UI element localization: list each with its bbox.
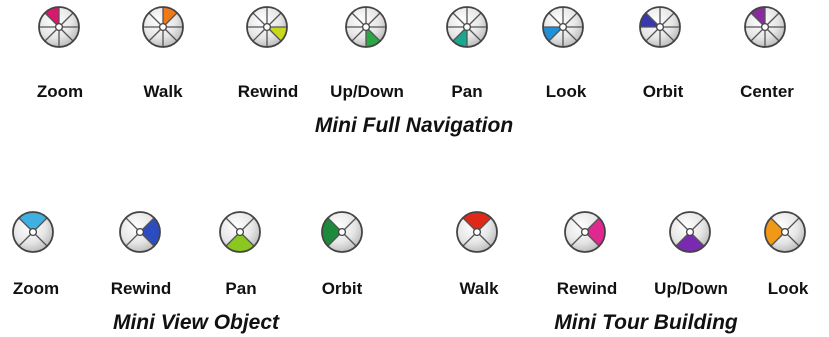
full-nav-walk-wheel-icon[interactable] bbox=[141, 5, 185, 49]
full-nav-updown-label: Up/Down bbox=[330, 82, 404, 101]
wheel-graphic bbox=[564, 211, 606, 253]
view-object-rewind-label: Rewind bbox=[110, 279, 172, 298]
tour-building-walk-wheel-icon[interactable] bbox=[455, 210, 499, 254]
full-nav-pan-wheel-icon[interactable] bbox=[445, 5, 489, 49]
view-object-pan-label: Pan bbox=[225, 279, 257, 298]
full-nav-rewind-label: Rewind bbox=[237, 82, 299, 101]
tour-building-rewind-label: Rewind bbox=[556, 279, 618, 298]
tour-building-updown-label: Up/Down bbox=[654, 279, 728, 298]
wheel-graphic bbox=[345, 6, 387, 48]
full-nav-rewind-wheel-icon[interactable] bbox=[245, 5, 289, 49]
full-nav-look-wheel-icon[interactable] bbox=[541, 5, 585, 49]
wheel-graphic bbox=[12, 211, 54, 253]
full-nav-orbit-label: Orbit bbox=[642, 82, 684, 101]
wheel-graphic bbox=[744, 6, 786, 48]
tour-building-walk-label: Walk bbox=[459, 279, 499, 298]
wheel-graphic bbox=[219, 211, 261, 253]
view-object-orbit-label: Orbit bbox=[321, 279, 363, 298]
full-nav-center-label: Center bbox=[740, 82, 794, 101]
wheel-graphic bbox=[542, 6, 584, 48]
wheel-graphic bbox=[321, 211, 363, 253]
full-nav-center-wheel-icon[interactable] bbox=[743, 5, 787, 49]
wheel-graphic bbox=[142, 6, 184, 48]
tour-building-updown-wheel-icon[interactable] bbox=[668, 210, 712, 254]
full-nav-zoom-wheel-icon[interactable] bbox=[37, 5, 81, 49]
tour-building-look-wheel-icon[interactable] bbox=[763, 210, 807, 254]
full-nav-updown-wheel-icon[interactable] bbox=[344, 5, 388, 49]
view-object-rewind-wheel-icon[interactable] bbox=[118, 210, 162, 254]
full-nav-zoom-label: Zoom bbox=[36, 82, 84, 101]
tour-building-rewind-wheel-icon[interactable] bbox=[563, 210, 607, 254]
wheel-graphic bbox=[246, 6, 288, 48]
wheel-graphic bbox=[639, 6, 681, 48]
full-nav-orbit-wheel-icon[interactable] bbox=[638, 5, 682, 49]
wheel-graphic bbox=[764, 211, 806, 253]
wheel-graphic bbox=[38, 6, 80, 48]
wheel-graphic bbox=[456, 211, 498, 253]
view-object-pan-wheel-icon[interactable] bbox=[218, 210, 262, 254]
tour-building-look-label: Look bbox=[767, 279, 809, 298]
full-nav-title: Mini Full Navigation bbox=[314, 114, 514, 137]
full-nav-walk-label: Walk bbox=[143, 82, 183, 101]
view-object-zoom-wheel-icon[interactable] bbox=[11, 210, 55, 254]
view-object-title: Mini View Object bbox=[112, 311, 280, 334]
full-nav-pan-label: Pan bbox=[451, 82, 483, 101]
tour-building-title: Mini Tour Building bbox=[554, 311, 738, 334]
view-object-orbit-wheel-icon[interactable] bbox=[320, 210, 364, 254]
full-nav-look-label: Look bbox=[545, 82, 587, 101]
wheel-graphic bbox=[446, 6, 488, 48]
wheel-graphic bbox=[669, 211, 711, 253]
wheel-graphic bbox=[119, 211, 161, 253]
view-object-zoom-label: Zoom bbox=[12, 279, 60, 298]
